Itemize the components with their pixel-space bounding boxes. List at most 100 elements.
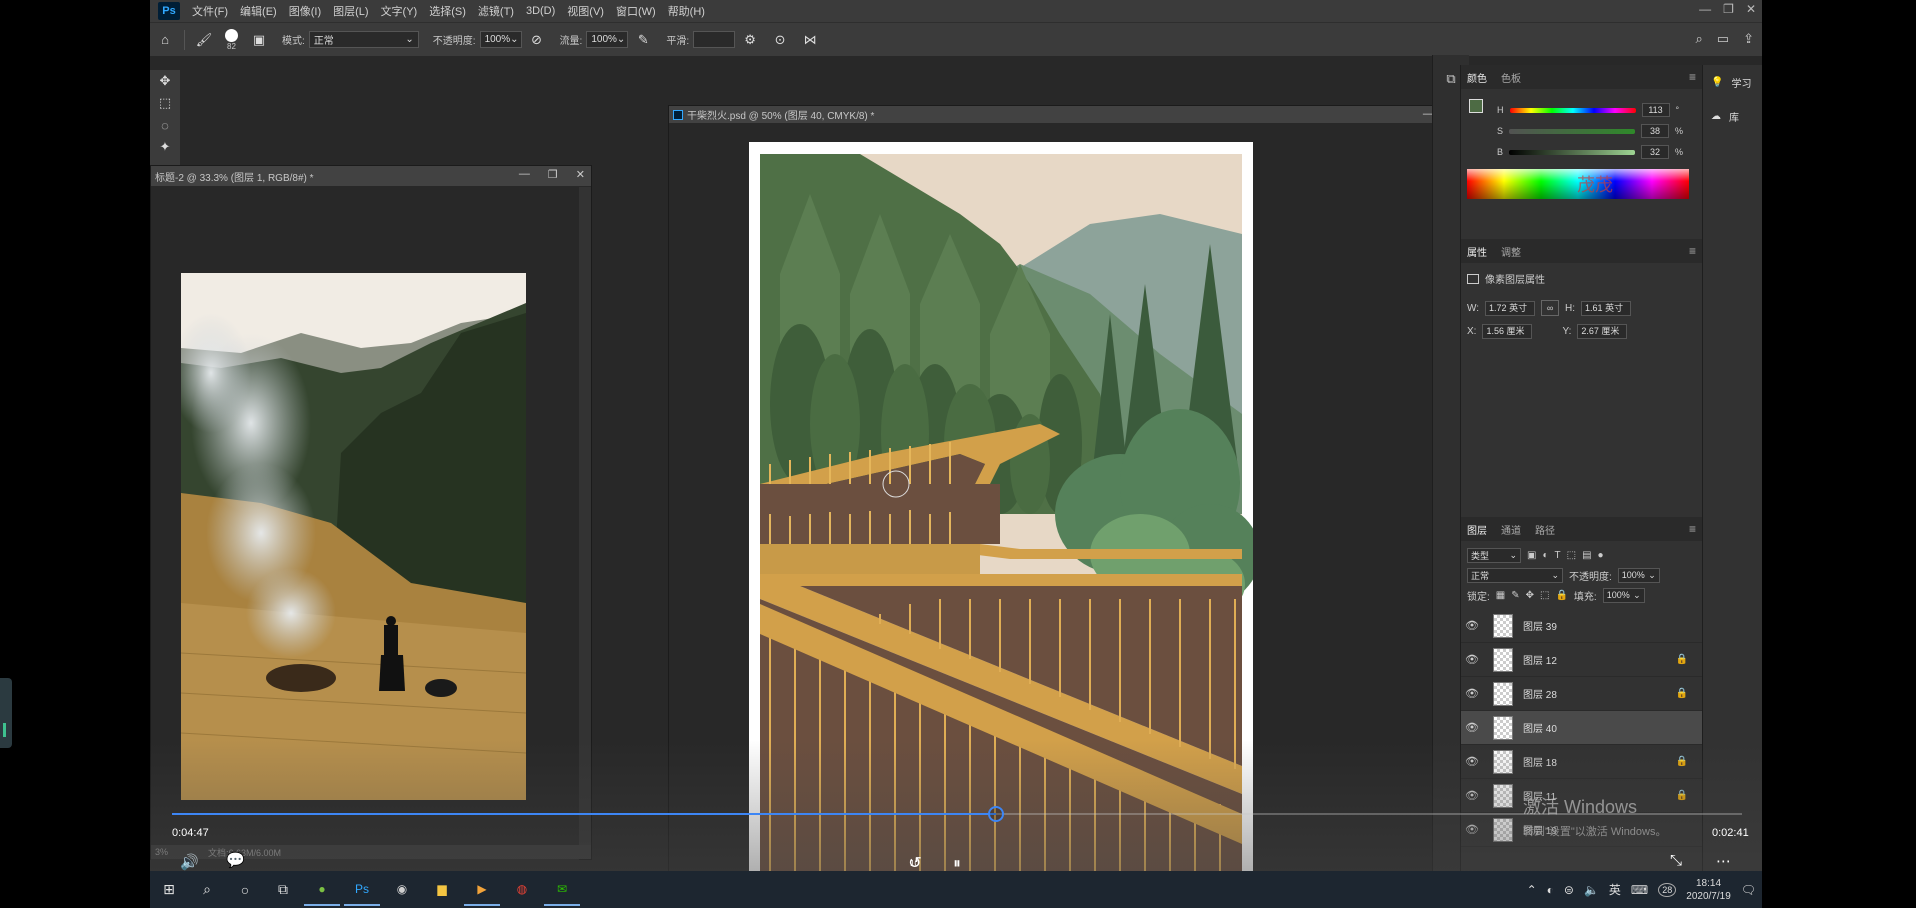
minimize-icon[interactable]: — (1699, 2, 1711, 16)
airbrush-icon[interactable]: ✎ (634, 31, 652, 49)
tab-color[interactable]: 颜色 (1467, 70, 1487, 85)
video-progress-bar[interactable] (172, 806, 1742, 822)
hue-input[interactable]: 113 (1641, 103, 1670, 117)
eye-icon[interactable]: 👁 (1461, 653, 1483, 666)
menu-view[interactable]: 视图(V) (561, 3, 610, 19)
notification-badge[interactable]: 28 (1658, 882, 1677, 897)
lock-all-icon[interactable]: 🔒 (1555, 590, 1567, 601)
search-icon[interactable]: ⌕ (1696, 31, 1703, 47)
width-input[interactable]: 1.72 英寸 (1485, 300, 1536, 316)
illustration-canvas[interactable] (749, 142, 1253, 904)
clock[interactable]: 18:14 2020/7/19 (1686, 877, 1731, 903)
marquee-tool-icon[interactable]: ⬚ (150, 92, 180, 114)
layer-opacity-input[interactable]: 100% ⌄ (1617, 567, 1660, 583)
saturation-input[interactable]: 38 (1641, 124, 1670, 138)
network-icon[interactable]: ⊜ (1564, 883, 1574, 897)
menu-layer[interactable]: 图层(L) (327, 3, 374, 19)
filter-type-icon[interactable]: T (1555, 550, 1561, 561)
side-handle[interactable] (0, 678, 12, 748)
tab-properties[interactable]: 属性 (1467, 244, 1487, 259)
cortana-icon[interactable]: ○ (226, 871, 264, 908)
gear-icon[interactable]: ⚙ (741, 31, 759, 49)
x-input[interactable]: 1.56 厘米 (1482, 324, 1533, 339)
lock-paint-icon[interactable]: ✎ (1511, 590, 1519, 601)
smoothing-input[interactable] (693, 31, 736, 48)
panel-menu-icon[interactable]: ≡ (1689, 70, 1696, 84)
eye-icon[interactable]: 👁 (1461, 789, 1483, 802)
home-icon[interactable]: ⌂ (156, 31, 174, 49)
menu-window[interactable]: 窗口(W) (610, 3, 662, 19)
restore-icon[interactable]: ❐ (1723, 2, 1734, 16)
menu-select[interactable]: 选择(S) (423, 3, 472, 19)
minimize-icon[interactable]: — (519, 168, 530, 181)
task-view-icon[interactable]: ⧉ (264, 871, 302, 908)
height-input[interactable]: 1.61 英寸 (1581, 300, 1632, 316)
ime-indicator[interactable]: 英 (1609, 881, 1621, 898)
menu-help[interactable]: 帮助(H) (662, 3, 711, 19)
layer-row[interactable]: 👁 图层 39 (1461, 609, 1702, 643)
menu-edit[interactable]: 编辑(E) (234, 3, 283, 19)
menu-type[interactable]: 文字(Y) (375, 3, 424, 19)
tab-paths[interactable]: 路径 (1535, 522, 1555, 537)
menu-file[interactable]: 文件(F) (186, 3, 234, 19)
blend-mode-select[interactable]: 正常 ⌄ (1467, 567, 1563, 583)
tab-layers[interactable]: 图层 (1467, 522, 1487, 537)
mode-select[interactable]: 正常 ⌄ (308, 31, 419, 48)
app-chrome-icon[interactable]: ◍ (504, 874, 540, 906)
close-icon[interactable]: ✕ (1746, 2, 1756, 16)
eye-icon[interactable]: 👁 (1461, 755, 1483, 768)
y-input[interactable]: 2.67 厘米 (1577, 324, 1628, 339)
brush-settings-icon[interactable]: ▣ (250, 31, 268, 49)
hue-slider[interactable] (1509, 107, 1636, 113)
lock-transparent-icon[interactable]: ▦ (1496, 590, 1505, 601)
panel-menu-icon[interactable]: ≡ (1689, 244, 1696, 258)
volume-icon[interactable]: 🔊 (180, 853, 199, 871)
eye-icon[interactable]: 👁 (1461, 687, 1483, 700)
share-icon[interactable]: ⇪ (1743, 31, 1754, 47)
app-explorer-icon[interactable]: ▆ (424, 874, 460, 906)
foreground-color-swatch[interactable] (1469, 99, 1483, 113)
tab-adjustments[interactable]: 调整 (1501, 244, 1521, 259)
menu-3d[interactable]: 3D(D) (520, 5, 561, 17)
filter-shape-icon[interactable]: ⬚ (1567, 550, 1576, 561)
eye-icon[interactable]: 👁 (1461, 721, 1483, 734)
workspace-icon[interactable]: ▭ (1717, 31, 1729, 47)
fullscreen-exit-icon[interactable]: ⤡ (1670, 852, 1682, 869)
brightness-slider[interactable] (1509, 149, 1636, 155)
filter-pixel-icon[interactable]: ▣ (1527, 550, 1536, 561)
brush-preset-picker[interactable]: 82 (225, 28, 238, 51)
restore-icon[interactable]: ❐ (548, 168, 558, 181)
opacity-input[interactable]: 100% ⌄ (479, 31, 522, 48)
lasso-tool-icon[interactable]: ◌ (150, 114, 180, 136)
fill-input[interactable]: 100% ⌄ (1602, 587, 1645, 603)
more-icon[interactable]: ⋯ (1716, 852, 1731, 870)
action-center-icon[interactable]: 🗨 (1741, 883, 1756, 897)
layer-row[interactable]: 👁 图层 18 🔒 (1461, 745, 1702, 779)
keyboard-icon[interactable]: ⌨ (1631, 883, 1648, 897)
filter-adjust-icon[interactable]: ◐ (1542, 550, 1548, 561)
library-item[interactable]: ☁ 库 (1703, 99, 1762, 133)
menu-filter[interactable]: 滤镜(T) (472, 3, 520, 19)
layer-row-selected[interactable]: 👁 图层 40 (1461, 711, 1702, 745)
filter-smart-icon[interactable]: ▤ (1582, 550, 1591, 561)
link-icon[interactable]: ∞ (1541, 300, 1560, 316)
flow-input[interactable]: 100% ⌄ (586, 31, 629, 48)
pressure-opacity-icon[interactable]: ⊘ (528, 31, 546, 49)
filter-toggle-icon[interactable]: ● (1598, 550, 1604, 561)
eye-icon[interactable]: 👁 (1461, 823, 1483, 836)
learn-item[interactable]: 💡 学习 (1703, 65, 1762, 99)
app-wechat-icon[interactable]: ✉ (544, 874, 580, 906)
tab-swatches[interactable]: 色板 (1501, 70, 1521, 85)
tab-channels[interactable]: 通道 (1501, 522, 1521, 537)
app-video-icon[interactable]: ▶ (464, 874, 500, 906)
menu-image[interactable]: 图像(I) (283, 3, 327, 19)
close-icon[interactable]: ✕ (576, 168, 585, 181)
app-photoshop-icon[interactable]: Ps (344, 874, 380, 906)
lock-artboard-icon[interactable]: ⬚ (1540, 590, 1549, 601)
document-canvas[interactable] (151, 187, 579, 861)
panel-menu-icon[interactable]: ≡ (1689, 522, 1696, 536)
brush-tool-icon[interactable]: 🖌 (195, 31, 213, 49)
search-icon[interactable]: ⌕ (188, 871, 226, 908)
windows-start-icon[interactable]: ⊞ (150, 871, 188, 908)
subtitles-icon[interactable]: 💬 (226, 851, 245, 869)
